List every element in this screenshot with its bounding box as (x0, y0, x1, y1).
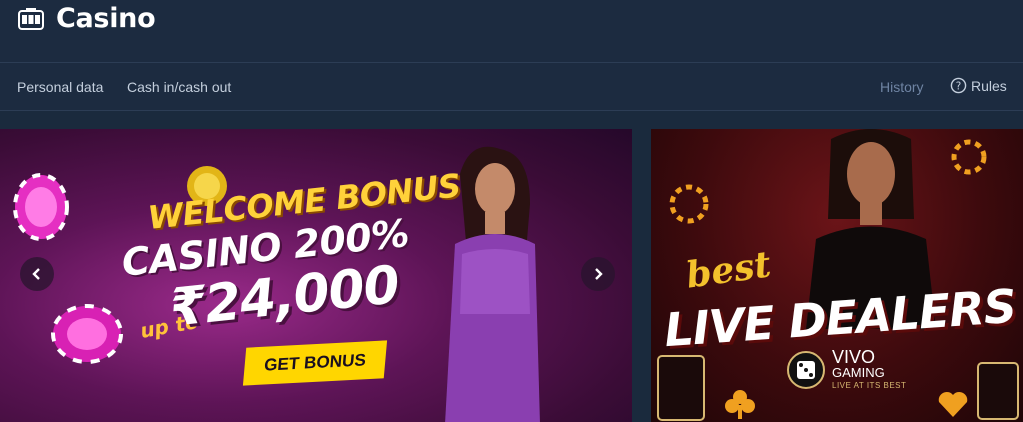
header: Casino (0, 0, 1023, 63)
casino-chip-icon (51, 304, 123, 364)
heart-icon (938, 391, 968, 417)
welcome-bonus-banner[interactable]: WELCOME BONUS CASINO 200% up to ₹24,000 … (0, 129, 632, 422)
svg-text:?: ? (956, 80, 962, 92)
nav-personal-data[interactable]: Personal data (17, 79, 103, 95)
vivo-gaming-logo: VIVO GAMING LIVE AT ITS BEST (786, 347, 907, 390)
slot-machine-icon (18, 8, 44, 30)
chevron-left-icon (32, 268, 40, 280)
dice-icon (787, 350, 825, 389)
vivo-text: VIVO GAMING LIVE AT ITS BEST (832, 347, 907, 390)
carousel-next-button[interactable] (581, 257, 615, 291)
best-label: best (683, 243, 774, 297)
playing-card-icon (977, 362, 1019, 420)
live-dealers-banner[interactable]: best LIVE DEALERS VIVO GAMING LIVE AT IT… (651, 129, 1023, 422)
chevron-right-icon (595, 268, 603, 280)
nav-cash-in-out[interactable]: Cash in/cash out (127, 79, 231, 95)
rules-label: Rules (971, 77, 1007, 94)
nav-history[interactable]: History (880, 79, 924, 95)
club-icon (725, 390, 755, 419)
casino-chip-icon (13, 173, 69, 241)
carousel-prev-button[interactable] (20, 257, 54, 291)
poker-chip-icon (951, 139, 987, 175)
vivo-brand-sub: GAMING (832, 365, 885, 380)
nav-rules[interactable]: ? Rules (950, 77, 1007, 94)
get-bonus-button[interactable]: GET BONUS (242, 340, 388, 386)
question-circle-icon: ? (950, 77, 967, 94)
vivo-tagline: LIVE AT ITS BEST (832, 381, 907, 390)
playing-card-icon (657, 355, 705, 421)
banner-area: WELCOME BONUS CASINO 200% up to ₹24,000 … (0, 111, 1023, 422)
poker-chip-icon (669, 184, 709, 224)
page-title: Casino (56, 3, 156, 34)
vivo-brand: VIVO (832, 347, 876, 367)
account-nav: Personal data Cash in/cash out History ?… (0, 63, 1023, 111)
